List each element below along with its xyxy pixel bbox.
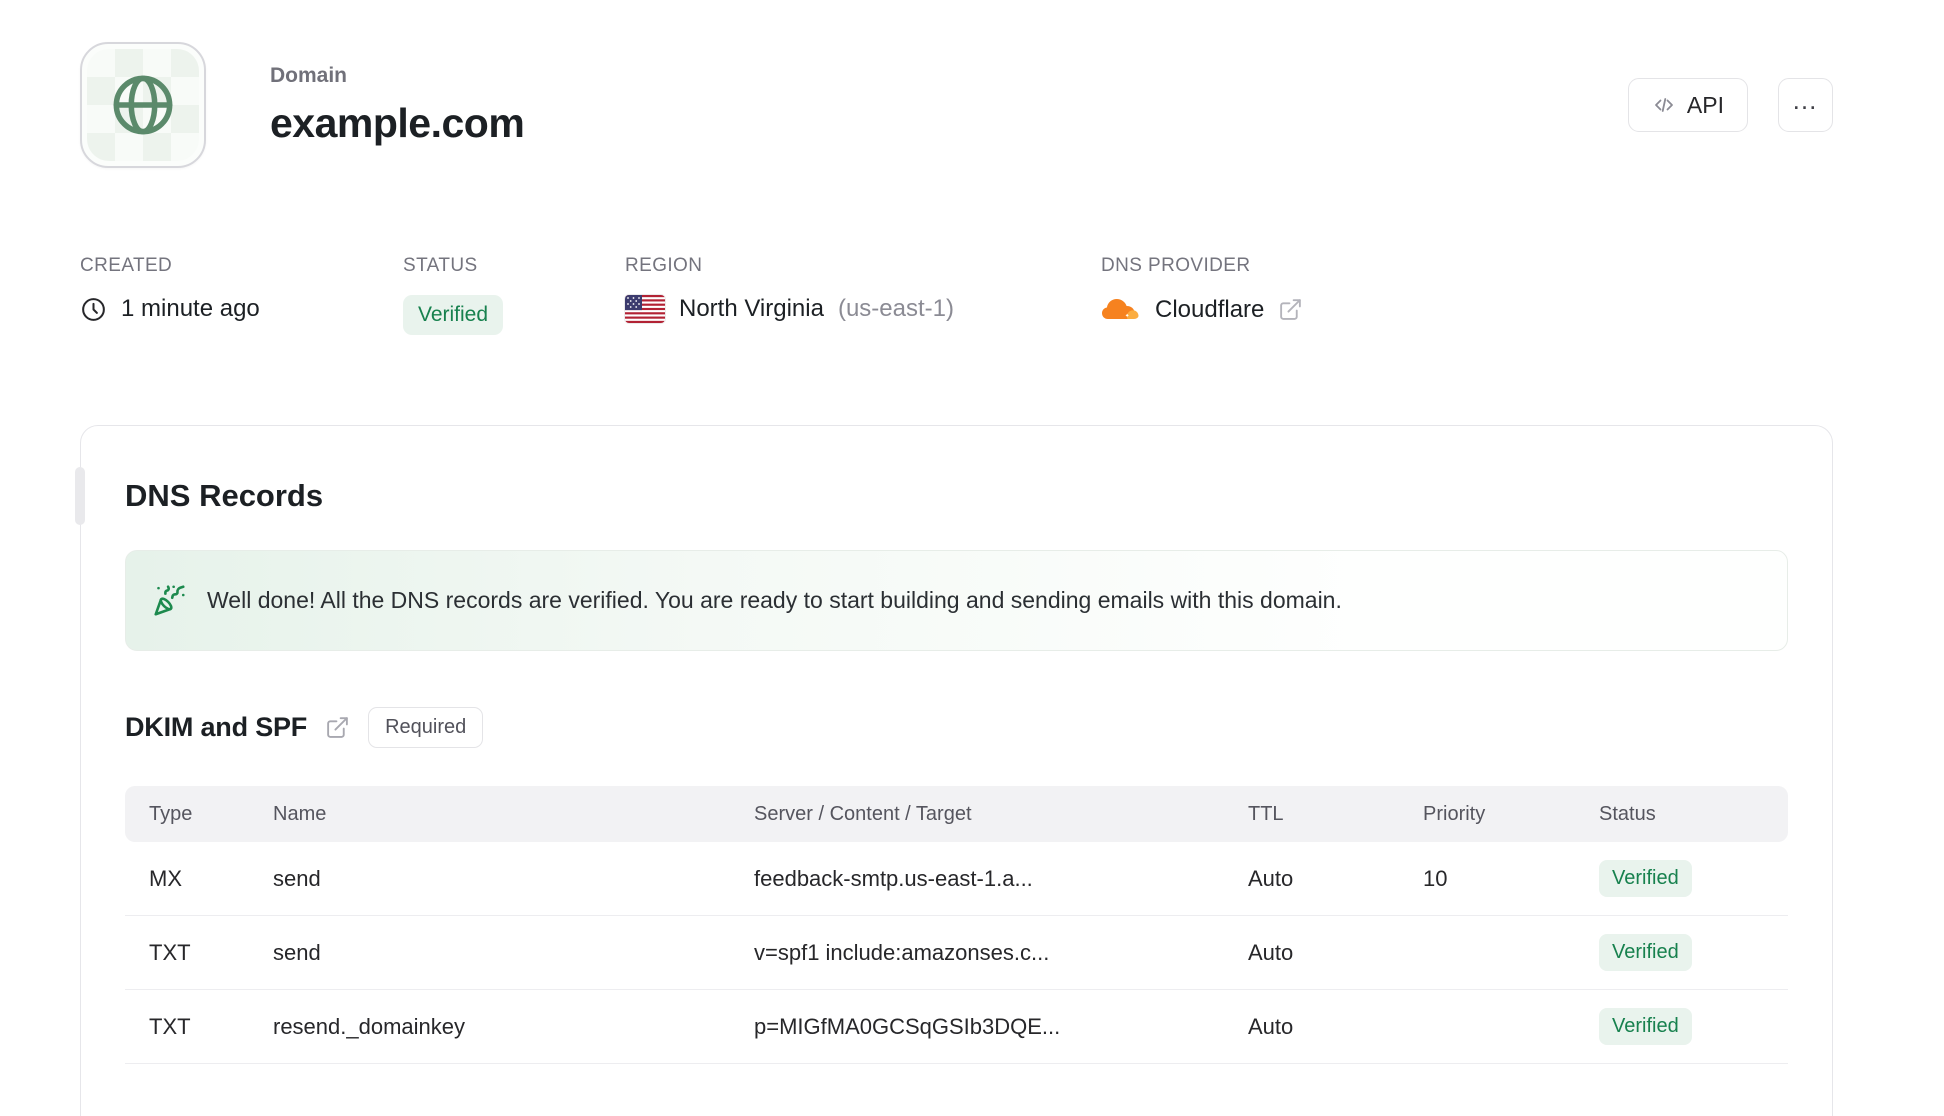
us-flag-icon: [625, 295, 665, 323]
meta-region: REGION North Virginia (us-east-1): [625, 255, 1101, 335]
cell-status: Verified: [1599, 1008, 1788, 1045]
cell-ttl: Auto: [1248, 1013, 1294, 1039]
cell-status: Verified: [1599, 934, 1788, 971]
table-row[interactable]: TXT resend._domainkey p=MIGfMA0GCSqGSIb3…: [125, 990, 1788, 1064]
verified-banner: Well done! All the DNS records are verif…: [125, 550, 1788, 651]
clock-icon: [80, 296, 107, 323]
col-name: Name: [273, 802, 327, 825]
page-title: example.com: [270, 99, 525, 146]
dns-records-table: Type Name Server / Content / Target TTL …: [125, 786, 1788, 1064]
external-link-icon[interactable]: [325, 715, 350, 740]
page-header: Domain example.com API …: [80, 42, 1833, 168]
api-button[interactable]: API: [1627, 78, 1748, 132]
cell-name: resend._domainkey: [273, 1013, 466, 1039]
status-label: STATUS: [403, 255, 478, 276]
region-code: (us-east-1): [837, 295, 954, 322]
required-badge: Required: [368, 707, 484, 748]
cell-status: Verified: [1599, 860, 1788, 897]
cell-ttl: Auto: [1248, 939, 1294, 965]
dkim-spf-title: DKIM and SPF: [125, 712, 308, 742]
dns-provider-label: DNS PROVIDER: [1101, 255, 1251, 276]
dns-table-body: MX send feedback-smtp.us-east-1.a... Aut…: [125, 842, 1788, 1064]
status-badge: Verified: [403, 295, 504, 335]
cloudflare-icon: [1101, 295, 1141, 324]
dns-records-card: DNS Records Well done! All the DNS recor…: [75, 425, 1833, 1116]
cell-type: TXT: [149, 939, 191, 965]
cell-name: send: [273, 865, 321, 891]
meta-dns-provider: DNS PROVIDER Cloudflare: [1101, 255, 1303, 335]
region-value: North Virginia: [679, 295, 824, 322]
region-label: REGION: [625, 255, 703, 276]
cell-name: send: [273, 939, 321, 965]
dns-records-title: DNS Records: [125, 478, 324, 513]
table-row[interactable]: TXT send v=spf1 include:amazonses.c... A…: [125, 916, 1788, 990]
domain-detail-page: Domain example.com API … CREATED 1 minut…: [0, 0, 1944, 1116]
dns-provider-value: Cloudflare: [1155, 295, 1265, 323]
col-priority: Priority: [1423, 802, 1486, 825]
domain-avatar: [80, 42, 206, 168]
meta-status: STATUS Verified: [403, 255, 625, 335]
verified-badge: Verified: [1599, 934, 1692, 971]
col-ttl: TTL: [1248, 802, 1284, 825]
cell-type: MX: [149, 865, 182, 891]
table-row[interactable]: MX send feedback-smtp.us-east-1.a... Aut…: [125, 842, 1788, 916]
party-popper-icon: [153, 584, 186, 617]
globe-icon: [104, 66, 182, 144]
verified-badge: Verified: [1599, 860, 1692, 897]
dkim-spf-section-header: DKIM and SPF Required: [125, 707, 1788, 748]
cell-content: v=spf1 include:amazonses.c...: [754, 939, 1050, 965]
meta-created: CREATED 1 minute ago: [80, 255, 403, 335]
created-value: 1 minute ago: [121, 295, 260, 322]
created-label: CREATED: [80, 255, 173, 276]
page-kicker: Domain: [270, 63, 348, 87]
col-content: Server / Content / Target: [754, 802, 972, 825]
verified-badge: Verified: [1599, 1008, 1692, 1045]
ellipsis-icon: …: [1791, 84, 1820, 115]
col-status: Status: [1599, 802, 1656, 825]
col-type: Type: [149, 802, 193, 825]
cell-content: feedback-smtp.us-east-1.a...: [754, 865, 1033, 891]
table-header-row: Type Name Server / Content / Target TTL …: [125, 786, 1788, 842]
code-icon: [1652, 93, 1676, 117]
domain-meta: CREATED 1 minute ago STATUS Verified REG…: [80, 255, 1303, 335]
cell-content: p=MIGfMA0GCSqGSIb3DQE...: [754, 1013, 1061, 1039]
external-link-icon[interactable]: [1278, 297, 1303, 322]
more-actions-button[interactable]: …: [1778, 78, 1833, 132]
cell-priority: 10: [1423, 865, 1448, 891]
cell-type: TXT: [149, 1013, 191, 1039]
cell-ttl: Auto: [1248, 865, 1294, 891]
active-section-indicator: [75, 467, 85, 525]
banner-message: Well done! All the DNS records are verif…: [207, 587, 1342, 613]
